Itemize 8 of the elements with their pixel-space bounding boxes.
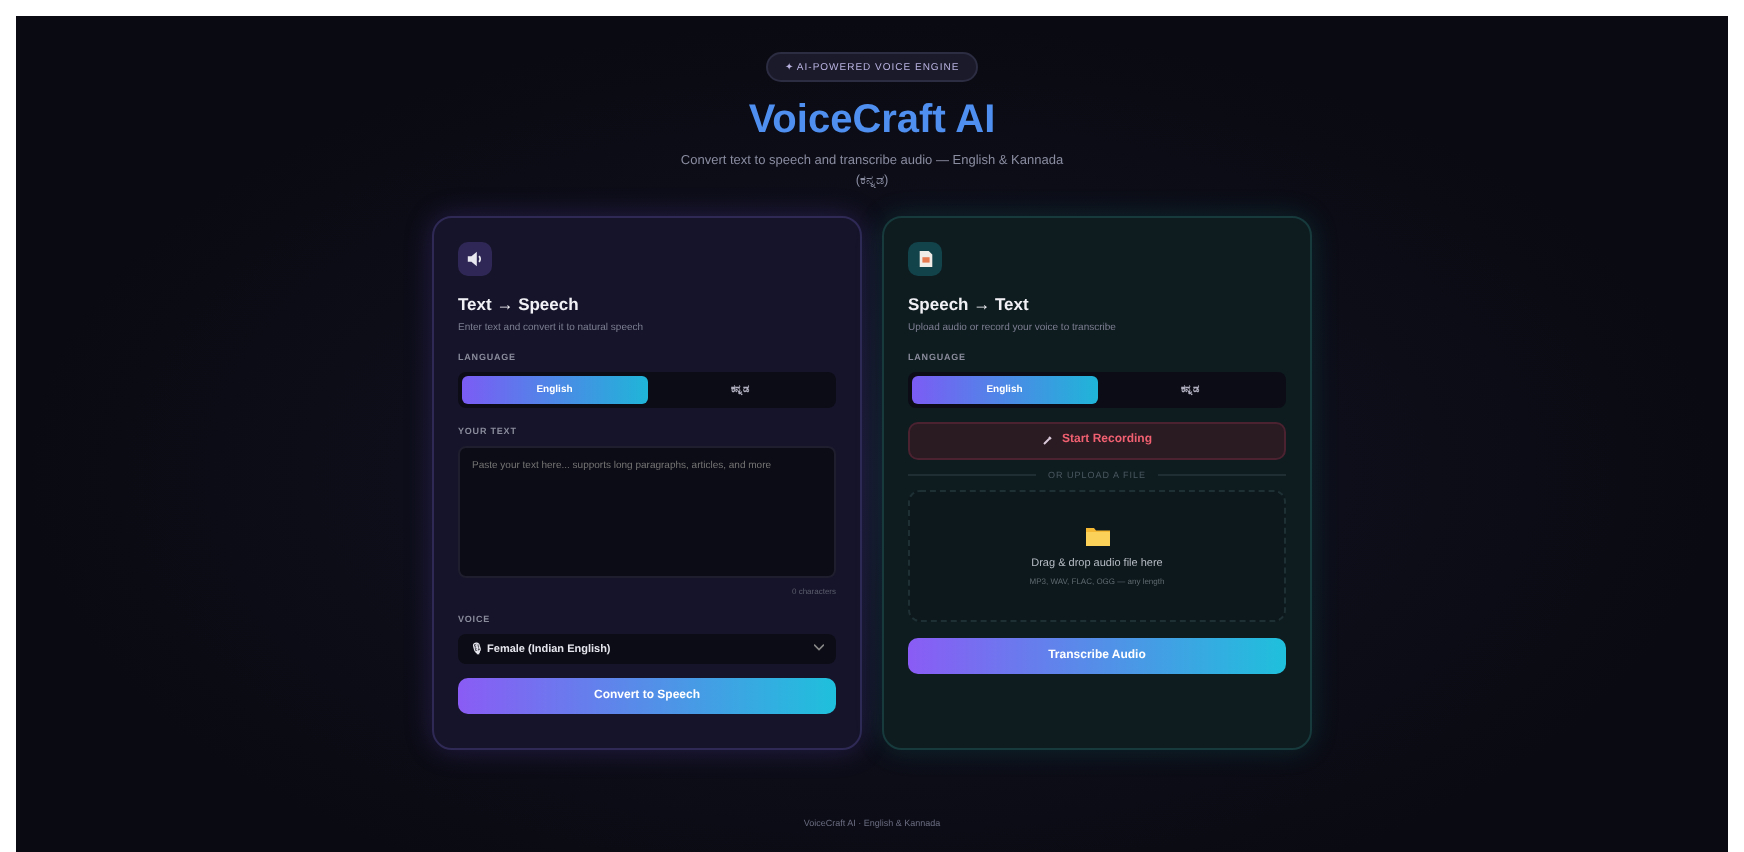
chevron-down-icon xyxy=(814,644,824,653)
document-icon xyxy=(908,241,942,276)
card-title: Text → Speech xyxy=(458,293,581,314)
speaker-icon xyxy=(458,241,492,276)
folder-icon xyxy=(1085,525,1109,546)
card-title: Speech → Text xyxy=(908,293,1031,314)
app-title: VoiceCraft AI xyxy=(748,98,996,144)
pencil-icon xyxy=(1041,434,1054,447)
